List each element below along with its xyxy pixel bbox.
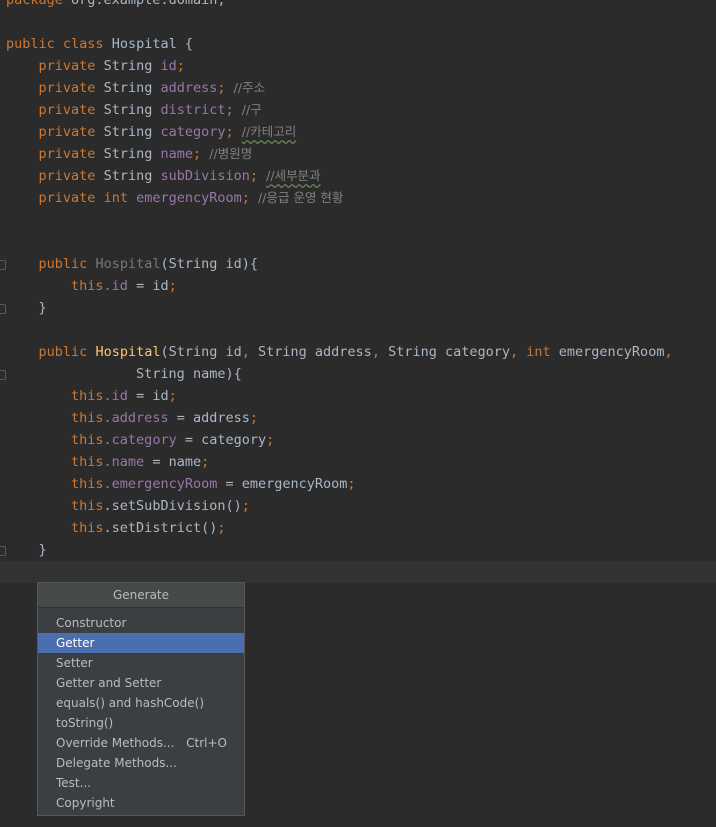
constructor1-close: }	[38, 300, 47, 316]
menu-item-test[interactable]: Test...	[38, 773, 244, 793]
constructor2-signature: public Hospital(String id, String addres…	[38, 344, 673, 360]
field-line-category: private String category; //카테고리	[38, 124, 297, 140]
package-line: package org.example.domain;	[6, 0, 226, 8]
field-line-name: private String name; //병원명	[38, 146, 253, 162]
menu-item-setter[interactable]: Setter	[38, 653, 244, 673]
generate-popup: Generate Constructor Getter Setter Gette…	[37, 582, 245, 816]
menu-item-getter[interactable]: Getter	[38, 633, 244, 653]
constructor2-signature-continued: String name){	[136, 366, 242, 382]
menu-item-copyright[interactable]: Copyright	[38, 793, 244, 813]
assignment-line: this.category = category;	[71, 432, 275, 448]
constructor1-body: this.id = id;	[71, 278, 177, 294]
method-call-line: this.setDistrict();	[71, 520, 226, 536]
menu-item-delegate-methods[interactable]: Delegate Methods...	[38, 753, 244, 773]
field-line-address: private String address; //주소	[38, 80, 266, 96]
class-declaration-line: public class Hospital {	[6, 36, 194, 52]
field-line-emergencyroom: private int emergencyRoom; //응급 운영 현황	[38, 190, 344, 206]
assignment-line: this.name = name;	[71, 454, 210, 470]
popup-title: Generate	[38, 583, 244, 608]
assignment-line: this.address = address;	[71, 410, 258, 426]
constructor1-signature: public Hospital(String id){	[38, 256, 259, 272]
assignment-line: this.emergencyRoom = emergencyRoom;	[71, 476, 356, 492]
shortcut-label: Ctrl+O	[186, 736, 227, 750]
menu-item-tostring[interactable]: toString()	[38, 713, 244, 733]
method-call-line: this.setSubDivision();	[71, 498, 250, 514]
assignment-line: this.id = id;	[71, 388, 177, 404]
menu-item-constructor[interactable]: Constructor	[38, 613, 244, 633]
menu-item-equals-hashcode[interactable]: equals() and hashCode()	[38, 693, 244, 713]
field-line-district: private String district; //구	[38, 102, 262, 118]
generate-menu-list: Constructor Getter Setter Getter and Set…	[38, 613, 244, 813]
constructor2-close: }	[38, 542, 47, 558]
current-line-highlight	[0, 561, 716, 583]
menu-item-getter-and-setter[interactable]: Getter and Setter	[38, 673, 244, 693]
field-line-subdivision: private String subDivision; //세부분과	[38, 168, 321, 184]
menu-item-override-methods[interactable]: Override Methods... Ctrl+O	[38, 733, 244, 753]
field-line-id: private String id;	[38, 58, 185, 74]
